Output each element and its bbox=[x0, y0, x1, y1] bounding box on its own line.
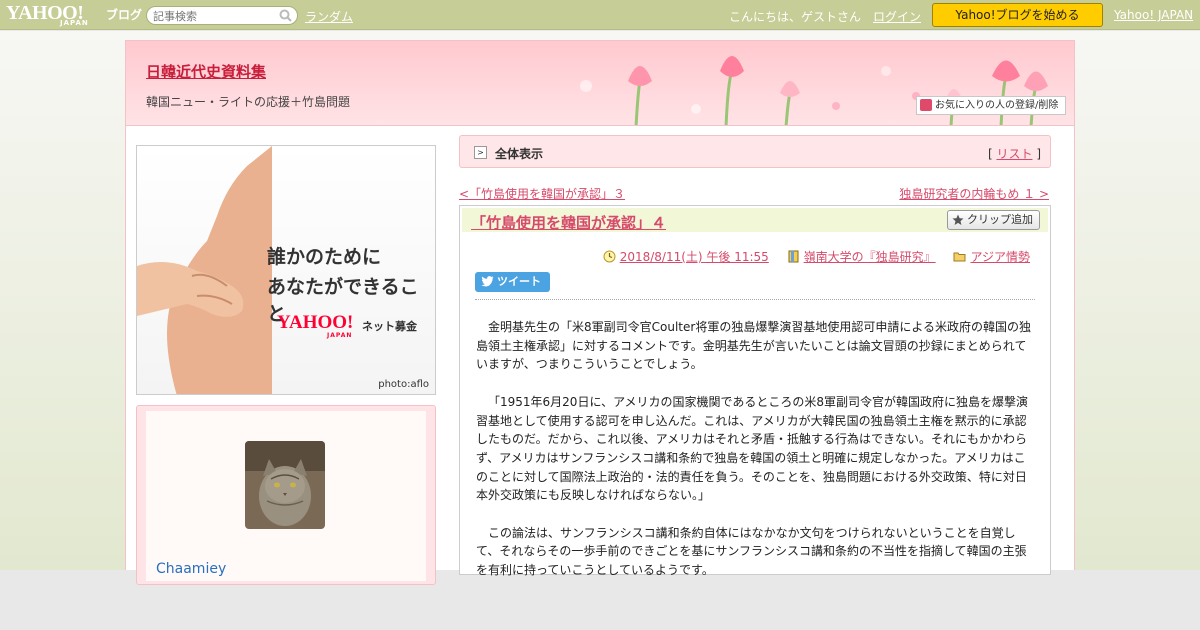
clip-add-label: クリップ追加 bbox=[967, 213, 1033, 226]
article-paragraph: 「1951年6月20日に、アメリカの国家機関であるところの米8軍副司令官が韓国政… bbox=[476, 394, 1029, 503]
list-bracket-close: ] bbox=[1036, 147, 1041, 161]
ad-service-name: ネット募金 bbox=[362, 320, 417, 333]
article-date: 2018/8/11(土) 午後 11:55 bbox=[603, 250, 773, 264]
star-icon bbox=[952, 214, 964, 225]
book-icon bbox=[788, 250, 799, 263]
list-view-switch: [ リスト ] bbox=[988, 145, 1041, 162]
article-search-box bbox=[146, 6, 298, 25]
blog-title[interactable]: 日韓近代史資料集 bbox=[146, 61, 266, 82]
yahoo-logo-blog: ブログ bbox=[106, 8, 143, 22]
start-blog-button[interactable]: Yahoo!ブログを始める bbox=[932, 3, 1103, 27]
profile-name[interactable]: Chaamiey bbox=[156, 561, 226, 577]
profile-box: Chaamiey bbox=[136, 405, 436, 585]
list-view-link[interactable]: リスト bbox=[996, 147, 1032, 161]
list-bracket-open: [ bbox=[987, 147, 993, 161]
yahoo-logo-japan: JAPAN bbox=[60, 19, 89, 27]
blog-header: 日韓近代史資料集 韓国ニュー・ライトの応援＋竹島問題 お気に入りの人の登録/削除 bbox=[125, 40, 1075, 126]
top-navigation-bar: YAHOO! JAPAN ブログ ランダム こんにちは、ゲストさん ログイン Y… bbox=[0, 0, 1200, 30]
yahoo-blog-logo[interactable]: YAHOO! JAPAN ブログ bbox=[6, 3, 142, 27]
profile-inner: Chaamiey bbox=[146, 411, 426, 581]
article-header: 「竹島使用を韓国が承認」４ クリップ追加 bbox=[462, 208, 1048, 232]
next-article-link[interactable]: 独島研究者の内輪もめ １ > bbox=[899, 185, 1049, 202]
article-folder-category: アジア情勢 bbox=[953, 250, 1030, 264]
random-link[interactable]: ランダム bbox=[305, 8, 353, 25]
favorite-register-label: お気に入りの人の登録/削除 bbox=[935, 100, 1059, 111]
divider bbox=[475, 299, 1035, 300]
blog-description: 韓国ニュー・ライトの応援＋竹島問題 bbox=[146, 95, 351, 109]
chevron-right-icon: > bbox=[474, 146, 487, 159]
search-icon[interactable] bbox=[279, 9, 292, 22]
previous-article-link[interactable]: <「竹島使用を韓国が承認」３ bbox=[459, 185, 625, 202]
tweet-button[interactable]: ツイート bbox=[475, 272, 550, 292]
yahoo-japan-link[interactable]: Yahoo! JAPAN bbox=[1114, 8, 1193, 22]
page-content: 誰かのために あなたができること YAHOO! JAPAN ネット募金 phot… bbox=[125, 126, 1075, 585]
twitter-bird-icon bbox=[481, 276, 494, 287]
hands-photo bbox=[137, 146, 272, 394]
charity-ad-banner[interactable]: 誰かのために あなたができること YAHOO! JAPAN ネット募金 phot… bbox=[136, 145, 436, 395]
article-entry: 「竹島使用を韓国が承認」４ クリップ追加 2018/8/11(土) 午後 11:… bbox=[459, 205, 1051, 577]
folder-category-link[interactable]: アジア情勢 bbox=[970, 250, 1030, 264]
favorite-register-button[interactable]: お気に入りの人の登録/削除 bbox=[916, 96, 1066, 115]
clip-add-button[interactable]: クリップ追加 bbox=[947, 210, 1040, 230]
tweet-label: ツイート bbox=[497, 275, 541, 288]
article-book-category: 嶺南大学の『独島研究』 bbox=[787, 250, 940, 264]
guest-greeting: こんにちは、ゲストさん bbox=[729, 10, 862, 24]
profile-avatar[interactable] bbox=[245, 441, 325, 529]
search-input[interactable] bbox=[153, 9, 277, 23]
heart-icon bbox=[920, 99, 932, 111]
ad-headline-1: 誰かのために bbox=[267, 246, 382, 268]
book-category-link[interactable]: 嶺南大学の『独島研究』 bbox=[804, 250, 936, 264]
login-link[interactable]: ログイン bbox=[873, 8, 921, 25]
article-body: 金明基先生の「米8軍副司令官Coulter将軍の独島爆撃演習基地使用認可申請によ… bbox=[476, 318, 1034, 599]
view-mode-label: 全体表示 bbox=[495, 147, 544, 161]
ad-yahoo-logo-japan: JAPAN bbox=[327, 332, 353, 339]
article-title[interactable]: 「竹島使用を韓国が承認」４ bbox=[471, 212, 666, 233]
article-paragraph: 金明基先生の「米8軍副司令官Coulter将軍の独島爆撃演習基地使用認可申請によ… bbox=[476, 320, 1031, 372]
ad-photo-credit: photo:aflo bbox=[378, 379, 429, 390]
article-date-link[interactable]: 2018/8/11(土) 午後 11:55 bbox=[620, 250, 769, 264]
view-mode-bar: > 全体表示 [ リスト ] bbox=[459, 135, 1051, 168]
folder-icon bbox=[953, 252, 966, 262]
article-paragraph: この論法は、サンフランシスコ講和条約自体にはなかなか文句をつけられないということ… bbox=[476, 525, 1027, 578]
article-meta: 2018/8/11(土) 午後 11:55 嶺南大学の『独島研究』 アジア情勢 bbox=[589, 248, 1030, 265]
ad-yahoo-logo: YAHOO! bbox=[277, 312, 354, 333]
clock-icon bbox=[603, 250, 616, 263]
